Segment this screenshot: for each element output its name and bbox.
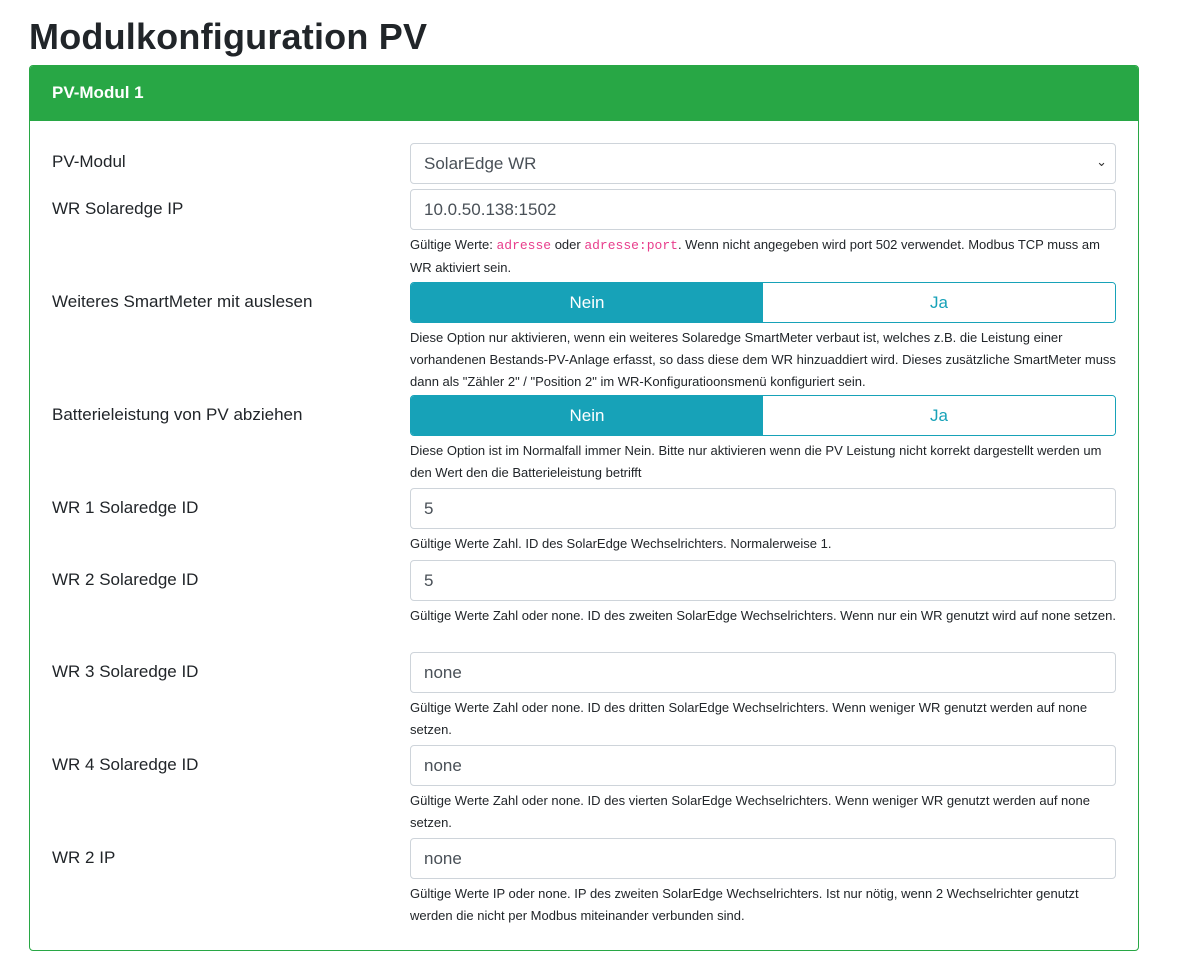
wr4-id-input[interactable]: none — [410, 745, 1116, 786]
label-smartmeter: Weiteres SmartMeter mit auslesen — [52, 292, 313, 311]
battery-ja-button[interactable]: Ja — [763, 396, 1115, 435]
label-id1: WR 1 Solaredge ID — [52, 498, 199, 517]
wr4-id-help: Gültige Werte Zahl oder none. ID des vie… — [410, 793, 1090, 830]
label-pv-modul: PV-Modul — [52, 152, 126, 171]
code-adresse: adresse — [496, 238, 552, 253]
smartmeter-help: Diese Option nur aktivieren, wenn ein we… — [410, 330, 1116, 389]
smartmeter-nein-button[interactable]: Nein — [411, 283, 763, 322]
card-header: PV-Modul 1 — [30, 66, 1138, 121]
wr1-id-input[interactable]: 5 — [410, 488, 1116, 529]
smartmeter-ja-button[interactable]: Ja — [763, 283, 1115, 322]
wr2-ip-help: Gültige Werte IP oder none. IP des zweit… — [410, 886, 1079, 923]
wr3-id-input[interactable]: none — [410, 652, 1116, 693]
label-wr-ip: WR Solaredge IP — [52, 199, 184, 218]
wr-ip-help: Gültige Werte: adresse oder adresse:port… — [410, 237, 1100, 275]
label-id2: WR 2 Solaredge ID — [52, 570, 199, 589]
pv-modul-select[interactable]: SolarEdge WR ⌄ — [410, 143, 1116, 184]
label-id4: WR 4 Solaredge ID — [52, 755, 199, 774]
battery-toggle: Nein Ja — [410, 395, 1116, 436]
wr3-id-help: Gültige Werte Zahl oder none. ID des dri… — [410, 700, 1088, 737]
page-title: Modulkonfiguration PV — [29, 16, 428, 57]
wr2-id-help: Gültige Werte Zahl oder none. ID des zwe… — [410, 608, 1116, 623]
label-wr2-ip: WR 2 IP — [52, 848, 116, 867]
battery-help: Diese Option ist im Normalfall immer Nei… — [410, 443, 1102, 480]
wr-ip-input[interactable]: 10.0.50.138:1502 — [410, 189, 1116, 230]
battery-nein-button[interactable]: Nein — [411, 396, 763, 435]
select-value: SolarEdge WR — [424, 154, 537, 173]
label-id3: WR 3 Solaredge ID — [52, 662, 199, 681]
code-adresse-port: adresse:port — [584, 238, 678, 253]
chevron-down-icon: ⌄ — [1096, 154, 1107, 169]
wr1-id-help: Gültige Werte Zahl. ID des SolarEdge Wec… — [410, 536, 832, 551]
smartmeter-toggle: Nein Ja — [410, 282, 1116, 323]
wr2-ip-input[interactable]: none — [410, 838, 1116, 879]
pv-module-card: PV-Modul 1 PV-Modul SolarEdge WR ⌄ WR Sol… — [29, 65, 1139, 951]
wr2-id-input[interactable]: 5 — [410, 560, 1116, 601]
label-battery: Batterieleistung von PV abziehen — [52, 405, 303, 424]
